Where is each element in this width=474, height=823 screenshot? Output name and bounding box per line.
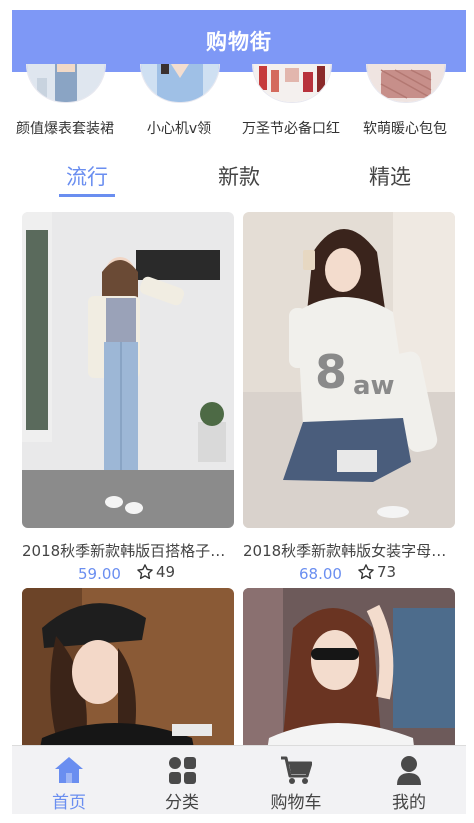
product-title: 2018秋季新款韩版百搭格子衬衫: [22, 542, 234, 560]
favorite-number: 49: [156, 563, 176, 581]
nav-bar: 购物街: [12, 10, 466, 72]
tab-selected[interactable]: 精选: [335, 161, 445, 191]
tabbar-item-home[interactable]: 首页: [12, 746, 126, 814]
category-row: 颜值爆表套装裙 小心机v领 万圣节必备口红 软萌暖心包包: [12, 64, 466, 142]
category-label: 软萌暖心包包: [363, 121, 447, 137]
app-frame: 购物街 颜值爆表套装裙 小心机v领 万圣节必备口红 软萌暖心包包 流行 新款 精…: [0, 0, 474, 823]
tabbar-item-cart[interactable]: 购物车: [239, 746, 353, 814]
page-title: 购物街: [206, 30, 272, 54]
tabbar-label: 分类: [165, 793, 199, 813]
category-thumbnail: [26, 64, 106, 103]
product-grid: 2018秋季新款韩版百搭格子衬衫 59.00 49 8 aw 2018秋季新款韩…: [12, 210, 466, 750]
product-card[interactable]: 8 aw 2018秋季新款韩版女装字母卫衣 68.00 73: [243, 212, 455, 592]
star-icon: [137, 564, 153, 580]
tab-active-indicator: [59, 194, 115, 197]
category-item-suit-dress[interactable]: 颜值爆表套装裙: [12, 64, 118, 142]
category-item-bags[interactable]: 软萌暖心包包: [352, 64, 458, 142]
tabbar-label: 购物车: [270, 793, 322, 813]
product-image: [22, 588, 234, 750]
product-image: [243, 588, 455, 750]
tabbar-item-category[interactable]: 分类: [125, 746, 239, 814]
tabbar-item-profile[interactable]: 我的: [352, 746, 466, 814]
product-card[interactable]: [22, 588, 234, 750]
category-item-v-neck[interactable]: 小心机v领: [126, 64, 232, 142]
favorite-number: 73: [377, 563, 397, 581]
star-icon: [358, 564, 374, 580]
category-thumbnail: [140, 64, 220, 103]
bottom-tab-bar: 首页 分类 购物车 我的: [12, 745, 466, 814]
profile-icon: [397, 756, 421, 785]
category-label: 颜值爆表套装裙: [16, 121, 114, 137]
product-price: 59.00: [78, 565, 121, 583]
product-title: 2018秋季新款韩版女装字母卫衣: [243, 542, 455, 560]
category-label: 小心机v领: [146, 121, 212, 137]
category-thumbnail: [366, 64, 446, 103]
tab-popular[interactable]: 流行: [32, 161, 142, 191]
svg-text:aw: aw: [353, 371, 395, 401]
product-price: 68.00: [299, 565, 342, 583]
tabbar-label: 我的: [392, 793, 426, 813]
tab-new[interactable]: 新款: [184, 161, 294, 191]
category-item-lipstick[interactable]: 万圣节必备口红: [238, 64, 344, 142]
category-thumbnail: [252, 64, 332, 103]
cart-icon: [281, 756, 312, 784]
tabbar-label: 首页: [52, 793, 86, 813]
svg-text:8: 8: [315, 345, 347, 399]
favorite-count[interactable]: 49: [136, 563, 175, 581]
favorite-count[interactable]: 73: [357, 563, 396, 581]
tab-control: 流行 新款 精选: [12, 155, 466, 203]
category-label: 万圣节必备口红: [242, 121, 340, 137]
home-icon: [55, 757, 83, 783]
product-card[interactable]: 2018秋季新款韩版百搭格子衬衫 59.00 49: [22, 212, 234, 592]
category-icon: [169, 757, 196, 784]
product-image: [22, 212, 234, 528]
product-image: 8 aw: [243, 212, 455, 528]
product-card[interactable]: [243, 588, 455, 750]
